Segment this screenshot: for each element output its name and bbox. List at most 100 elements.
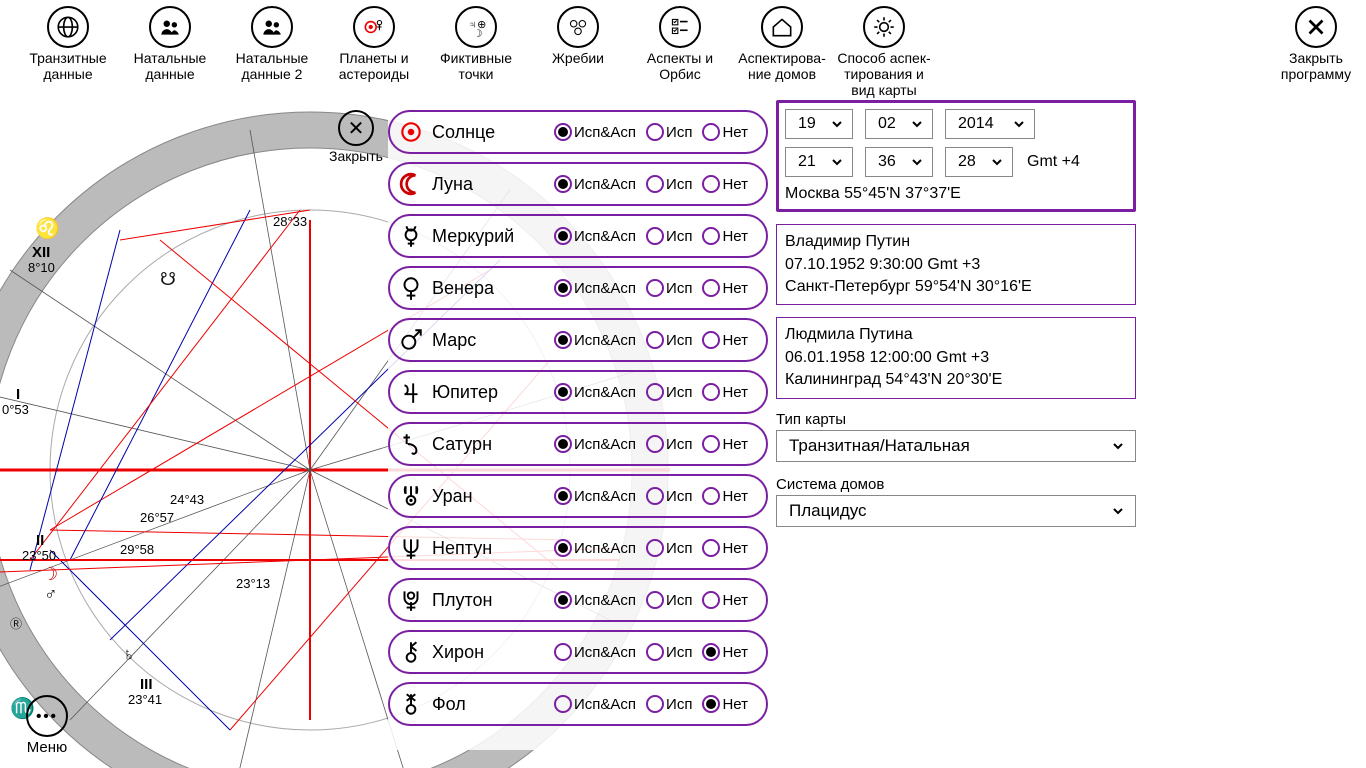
radio-none[interactable] (702, 643, 720, 661)
radio-none[interactable] (702, 539, 720, 557)
toolbar-aspect-mode[interactable]: Способ аспек- тирования и вид карты (836, 6, 932, 98)
natal-person-2[interactable]: Людмила Путина 06.01.1958 12:00:00 Gmt +… (776, 317, 1136, 398)
person2-location: Калининград 54°43'N 20°30'E (785, 369, 1127, 391)
radio-use[interactable] (646, 539, 664, 557)
radio-use[interactable] (646, 123, 664, 141)
radio-use-aspect[interactable] (554, 643, 572, 661)
transit-minute-select[interactable]: 36 (865, 147, 933, 177)
person1-location: Санкт-Петербург 59°54'N 30°16'E (785, 276, 1127, 298)
radio-none[interactable] (702, 227, 720, 245)
radio-none[interactable] (702, 279, 720, 297)
radio-use-aspect[interactable] (554, 539, 572, 557)
toolbar-fictive-points[interactable]: ♃⊕☽ Фиктивные точки (428, 6, 524, 82)
toolbar-lots[interactable]: Жребии (530, 6, 626, 66)
planet-list-panel[interactable]: СолнцеИсп&АспИспНет ЛунаИсп&АспИспНет Мерк… (388, 110, 774, 750)
radio-none[interactable] (702, 383, 720, 401)
transit-hour-select[interactable]: 21 (785, 147, 853, 177)
planet-row-sun: СолнцеИсп&АспИспНет (388, 110, 768, 154)
planet-row-chiron: ХиронИсп&АспИспНет (388, 630, 768, 674)
saturn-icon (396, 429, 426, 459)
toolbar-transit-data[interactable]: Транзитные данные (20, 6, 116, 82)
degree-moon: 24°43 (170, 492, 204, 507)
people-icon (259, 14, 285, 40)
radio-use-aspect[interactable] (554, 331, 572, 349)
transit-location: Москва 55°45'N 37°37'E (785, 185, 1127, 203)
radio-use[interactable] (646, 643, 664, 661)
toolbar-house-aspecting[interactable]: Аспектирова- ние домов (734, 6, 830, 82)
radio-use-aspect[interactable] (554, 279, 572, 297)
planet-name: Фол (432, 694, 548, 715)
mercury-icon (396, 221, 426, 251)
radio-use-aspect[interactable] (554, 383, 572, 401)
house-system-label: Система домов (776, 476, 1136, 493)
venus-icon (396, 273, 426, 303)
radio-use-aspect[interactable] (554, 227, 572, 245)
transit-year-select[interactable]: 2014 (945, 109, 1035, 139)
sun-icon (396, 117, 426, 147)
planet-name: Плутон (432, 590, 548, 611)
transit-month-select[interactable]: 02 (865, 109, 933, 139)
radio-use-aspect[interactable] (554, 435, 572, 453)
svg-text:Ⓡ: Ⓡ (10, 617, 22, 631)
person1-datetime: 07.10.1952 9:30:00 Gmt +3 (785, 254, 1127, 276)
radio-none[interactable] (702, 591, 720, 609)
gear-icon (871, 14, 897, 40)
radio-use[interactable] (646, 279, 664, 297)
house-1-degree: 0°53 (2, 402, 29, 417)
planet-name: Хирон (432, 642, 548, 663)
svg-text:☽: ☽ (42, 564, 58, 584)
person2-datetime: 06.01.1958 12:00:00 Gmt +3 (785, 347, 1127, 369)
planet-row-saturn: СатурнИсп&АспИспНет (388, 422, 768, 466)
radio-none[interactable] (702, 123, 720, 141)
toolbar-aspects-orbs[interactable]: Аспекты и Орбис (632, 6, 728, 82)
transit-second-select[interactable]: 28 (945, 147, 1013, 177)
radio-use[interactable] (646, 383, 664, 401)
planet-row-mars: МарсИсп&АспИспНет (388, 318, 768, 362)
menu-button[interactable]: ••• Меню (26, 695, 68, 756)
uranus-icon (396, 481, 426, 511)
toolbar-natal-data[interactable]: Натальные данные (122, 6, 218, 82)
radio-none[interactable] (702, 175, 720, 193)
panel-close-button[interactable]: ✕ Закрыть (326, 110, 386, 164)
radio-use[interactable] (646, 331, 664, 349)
data-panel: 19 02 2014 21 36 28 Gmt +4 Москва 55°45'… (776, 100, 1136, 540)
radio-none[interactable] (702, 435, 720, 453)
radio-use-aspect[interactable] (554, 123, 572, 141)
house-2-degree: 23°50 (22, 548, 56, 563)
transit-date-block: 19 02 2014 21 36 28 Gmt +4 Москва 55°45'… (776, 100, 1136, 212)
radio-none[interactable] (702, 695, 720, 713)
radio-use-aspect[interactable] (554, 175, 572, 193)
planet-row-mercury: МеркурийИсп&АспИспНет (388, 214, 768, 258)
radio-none[interactable] (702, 331, 720, 349)
planets-icon (361, 14, 387, 40)
radio-use[interactable] (646, 591, 664, 609)
toolbar-planets-asteroids[interactable]: Планеты и астероиды (326, 6, 422, 82)
radio-none[interactable] (702, 487, 720, 505)
chart-type-select[interactable]: Транзитная/Натальная (776, 430, 1136, 462)
radio-use[interactable] (646, 227, 664, 245)
toolbar-natal-data-2[interactable]: Натальные данные 2 (224, 6, 320, 82)
natal-person-1[interactable]: Владимир Путин 07.10.1952 9:30:00 Gmt +3… (776, 224, 1136, 305)
radio-use[interactable] (646, 487, 664, 505)
planet-row-uranus: УранИсп&АспИспНет (388, 474, 768, 518)
planet-name: Луна (432, 174, 548, 195)
close-icon (1303, 14, 1329, 40)
svg-text:♂: ♂ (44, 584, 58, 604)
toolbar-close-app[interactable]: Закрыть программу (1276, 6, 1356, 82)
degree-mars: 26°57 (140, 510, 174, 525)
house-system-select[interactable]: Плацидус (776, 495, 1136, 527)
planet-row-moon: ЛунаИсп&АспИспНет (388, 162, 768, 206)
radio-use-aspect[interactable] (554, 591, 572, 609)
house-3-degree: 23°41 (128, 692, 162, 707)
svg-text:♄: ♄ (122, 644, 136, 664)
radio-use-aspect[interactable] (554, 487, 572, 505)
radio-use-aspect[interactable] (554, 695, 572, 713)
house-1-label: I (16, 386, 20, 403)
transit-day-select[interactable]: 19 (785, 109, 853, 139)
main-area: ♌ ♍ ♎ ♏ ♐ ☋ ☽ ♂ Ⓡ ♄ XII 8°10 I 0°53 I (0, 100, 1366, 768)
radio-use[interactable] (646, 695, 664, 713)
radio-use[interactable] (646, 175, 664, 193)
jupiter-icon (396, 377, 426, 407)
moon-icon (396, 169, 426, 199)
radio-use[interactable] (646, 435, 664, 453)
